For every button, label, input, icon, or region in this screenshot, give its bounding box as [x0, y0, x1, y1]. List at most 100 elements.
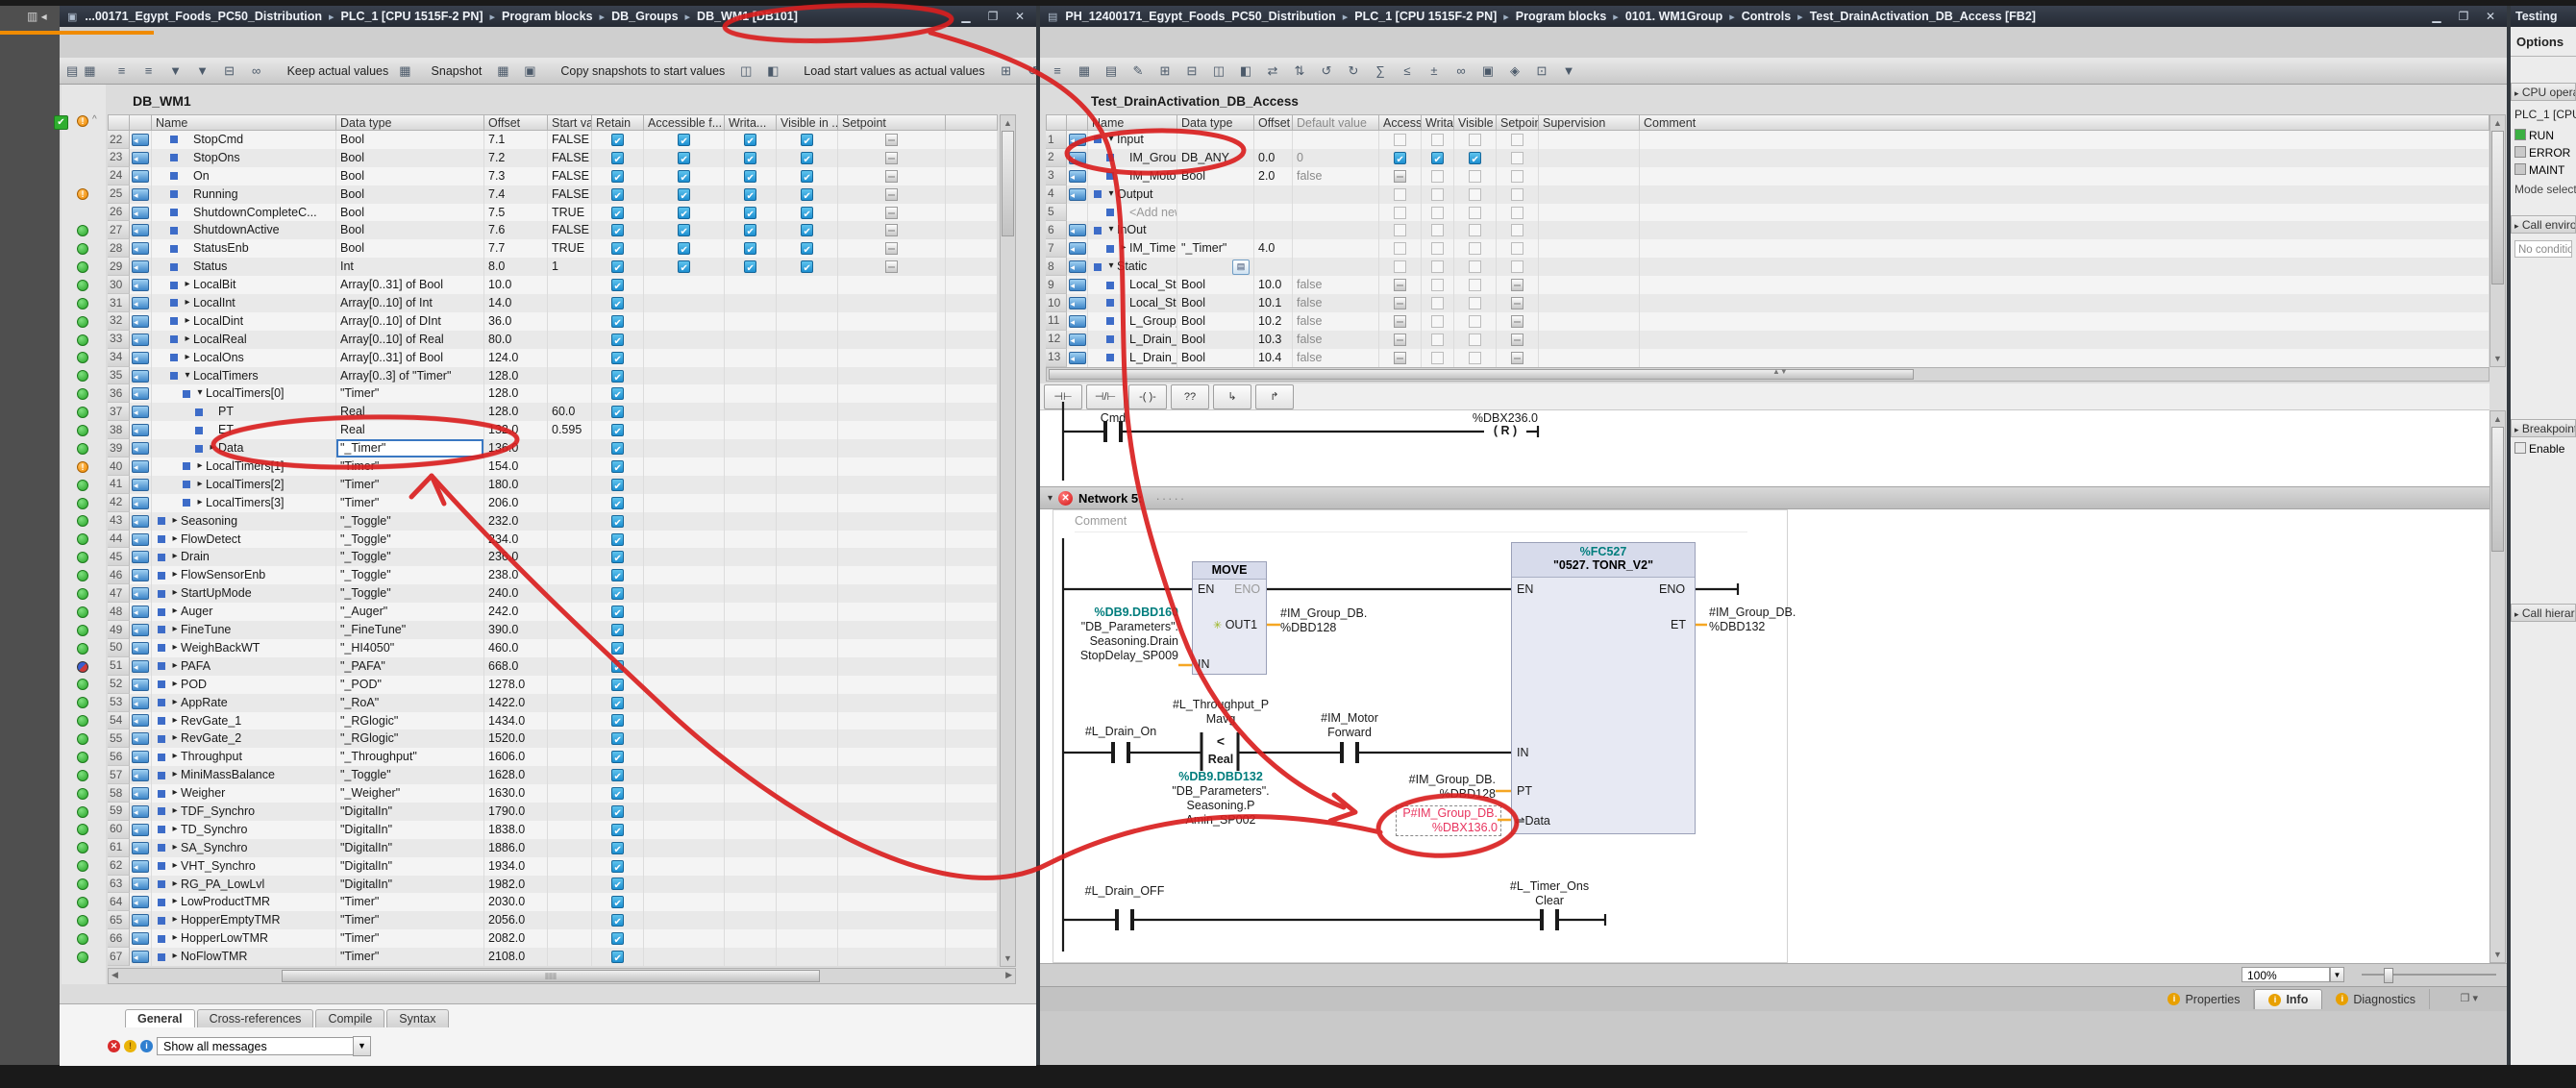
datatype-cell[interactable]: "_POD" — [336, 676, 484, 694]
table-row[interactable]: 22 StopCmd Bool 7.1 FALSE — [108, 131, 998, 149]
comment-cell[interactable] — [1640, 185, 2489, 204]
visible-checkbox[interactable] — [801, 914, 813, 927]
setpoint-checkbox[interactable] — [1511, 170, 1523, 183]
table-row[interactable]: 30 ▸LocalBit Array[0..31] of Bool 10.0 — [108, 276, 998, 294]
visible-checkbox[interactable] — [1469, 170, 1481, 183]
retain-checkbox[interactable] — [611, 497, 624, 509]
retain-checkbox[interactable] — [611, 551, 624, 563]
setpoint-checkbox[interactable] — [885, 624, 898, 636]
col-setpoint[interactable]: Setpoint — [1497, 114, 1539, 131]
accessible-checkbox[interactable] — [678, 787, 690, 800]
retain-checkbox[interactable] — [611, 878, 624, 890]
accessible-checkbox[interactable] — [678, 460, 690, 473]
comment-cell[interactable] — [1640, 331, 2489, 349]
comment-cell[interactable] — [1640, 239, 2489, 258]
tonr-in-pin[interactable]: IN — [1517, 746, 1529, 759]
writable-checkbox[interactable] — [744, 587, 756, 600]
datatype-cell[interactable]: Bool — [336, 185, 484, 204]
start-value-cell[interactable] — [548, 821, 592, 839]
collapse-icon[interactable]: ▾ — [1048, 493, 1053, 504]
setpoint-checkbox[interactable] — [885, 260, 898, 273]
visible-checkbox[interactable] — [801, 460, 813, 473]
visible-checkbox[interactable] — [1469, 134, 1481, 146]
setpoint-checkbox[interactable] — [885, 297, 898, 309]
visible-checkbox[interactable] — [1469, 279, 1481, 291]
table-row[interactable]: 49 ▸FineTune "_FineTune" 390.0 — [108, 621, 998, 639]
network-title[interactable]: Network 5: — [1078, 491, 1142, 506]
retain-checkbox[interactable] — [611, 896, 624, 908]
zoom-level-select[interactable]: 100% — [2242, 967, 2330, 982]
visible-checkbox[interactable] — [1469, 188, 1481, 201]
accessible-checkbox[interactable] — [1394, 352, 1406, 364]
start-value-cell[interactable] — [548, 331, 592, 349]
table-row[interactable]: 66 ▸HopperLowTMR "Timer" 2082.0 — [108, 929, 998, 948]
toolbar-icon[interactable]: ▣ — [1476, 61, 1499, 82]
default-value-cell[interactable] — [1293, 221, 1379, 239]
copy-icon[interactable]: ◧ — [761, 61, 784, 82]
visible-checkbox[interactable] — [801, 279, 813, 291]
writable-checkbox[interactable] — [744, 442, 756, 455]
table-row[interactable]: 32 ▸LocalDint Array[0..10] of DInt 36.0 — [108, 312, 998, 331]
visible-checkbox[interactable] — [801, 842, 813, 854]
setpoint-checkbox[interactable] — [885, 533, 898, 546]
visible-checkbox[interactable] — [801, 334, 813, 346]
start-value-cell[interactable] — [548, 876, 592, 894]
writable-checkbox[interactable] — [744, 606, 756, 618]
expand-icon[interactable]: ▸ — [194, 494, 206, 512]
col-visible[interactable]: Visible in ... — [777, 114, 838, 131]
expand-icon[interactable]: ▸ — [169, 621, 181, 639]
scroll-right-icon[interactable]: ▶ — [1005, 970, 1012, 980]
supervision-cell[interactable] — [1539, 167, 1640, 185]
message-filter-select[interactable]: Show all messages — [157, 1037, 354, 1055]
tonr-et-operand[interactable]: #IM_Group_DB. %DBD132 — [1709, 606, 1824, 634]
inspector-tab[interactable]: General — [125, 1009, 195, 1027]
writable-checkbox[interactable] — [744, 805, 756, 818]
snapshot-icon[interactable]: ▦ — [491, 61, 514, 82]
col-visible[interactable]: Visible in ... — [1454, 114, 1497, 131]
comment-cell[interactable] — [1640, 294, 2489, 312]
datatype-cell[interactable]: "DigitalIn" — [336, 821, 484, 839]
motor-forward-contact-operand[interactable]: #IM_Motor Forward — [1303, 711, 1396, 740]
retain-checkbox[interactable] — [611, 624, 624, 636]
expand-icon[interactable]: ▸ — [169, 748, 181, 766]
start-value-cell[interactable]: 0.595 — [548, 421, 592, 439]
interface-horizontal-scrollbar[interactable]: ▲▼ — [1046, 367, 2489, 382]
move-in-address[interactable]: %DB9.DBD160 — [1065, 606, 1178, 620]
move-in-operand[interactable]: "DB_Parameters". Seasoning.Drain StopDel… — [1065, 620, 1178, 663]
start-value-cell[interactable] — [548, 676, 592, 694]
visible-checkbox[interactable] — [801, 951, 813, 963]
visible-checkbox[interactable] — [801, 660, 813, 673]
retain-checkbox[interactable] — [611, 642, 624, 655]
collapse-chevron-icon[interactable]: ^ — [92, 114, 97, 125]
setpoint-checkbox[interactable] — [885, 587, 898, 600]
datatype-cell[interactable]: ▤ — [1177, 258, 1254, 276]
supervision-cell[interactable] — [1539, 239, 1640, 258]
table-row[interactable]: 41 ▸LocalTimers[2] "Timer" 180.0 — [108, 476, 998, 494]
copy-snapshots-button[interactable]: Copy snapshots to start values — [555, 62, 731, 81]
setpoint-checkbox[interactable] — [885, 352, 898, 364]
accessible-checkbox[interactable] — [678, 842, 690, 854]
zoom-slider-track[interactable] — [2362, 974, 2496, 976]
start-value-cell[interactable]: 60.0 — [548, 403, 592, 421]
start-value-cell[interactable] — [548, 384, 592, 403]
interface-row[interactable]: 4 ▾Output ▤ — [1046, 185, 2489, 204]
visible-checkbox[interactable] — [801, 587, 813, 600]
table-row[interactable]: 57 ▸MiniMassBalance "_Toggle" 1628.0 — [108, 766, 998, 784]
interface-row[interactable]: 3 IM_MotorForward Bool▤ 2.0 false — [1046, 167, 2489, 185]
tonr-pt-operand[interactable]: #IM_Group_DB. %DBD128 — [1392, 773, 1496, 802]
table-row[interactable]: 23 StopOns Bool 7.2 FALSE — [108, 149, 998, 167]
window-buttons[interactable]: ▁❐✕ — [2428, 10, 2499, 23]
accessible-checkbox[interactable] — [678, 188, 690, 201]
datatype-cell[interactable]: Array[0..10] of Real — [336, 331, 484, 349]
accessible-checkbox[interactable] — [678, 587, 690, 600]
setpoint-checkbox[interactable] — [885, 370, 898, 383]
breadcrumb-item[interactable]: ...00171_Egypt_Foods_PC50_Distribution — [85, 10, 340, 23]
compare-top-operand[interactable]: #L_Throughput_P Mavg — [1165, 698, 1276, 727]
setpoint-checkbox[interactable] — [885, 242, 898, 255]
accessible-checkbox[interactable] — [678, 152, 690, 164]
snapshot-icon[interactable]: ▣ — [518, 61, 541, 82]
fb-editor-titlebar[interactable]: ▤ PH_12400171_Egypt_Foods_PC50_Distribut… — [1040, 6, 2507, 27]
retain-checkbox[interactable] — [611, 842, 624, 854]
start-value-cell[interactable]: FALSE — [548, 131, 592, 149]
setpoint-checkbox[interactable] — [885, 442, 898, 455]
